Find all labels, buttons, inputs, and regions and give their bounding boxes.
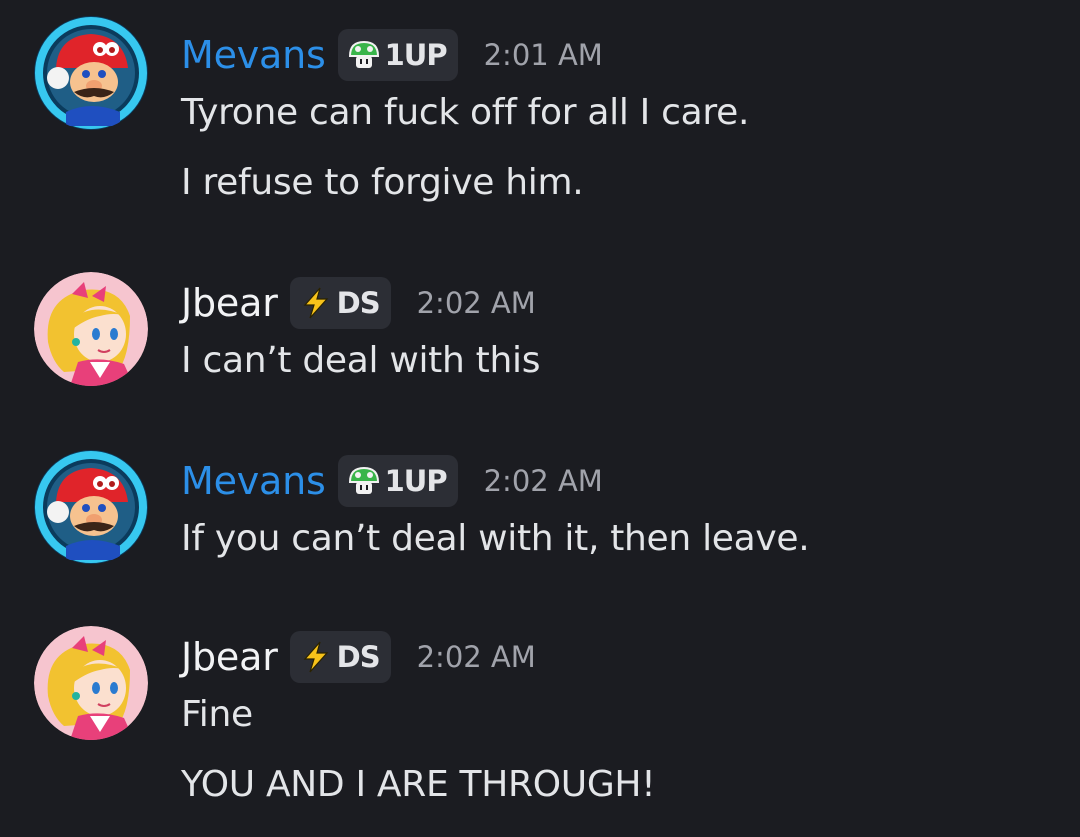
- message-text: I refuse to forgive him.: [181, 162, 584, 203]
- message-text: I can’t deal with this: [181, 340, 541, 381]
- lightning-bolt-icon: [299, 286, 333, 320]
- lightning-bolt-icon: [299, 640, 333, 674]
- tag-label: DS: [336, 286, 381, 320]
- green-mushroom-icon: [347, 464, 381, 498]
- peach-avatar[interactable]: [34, 626, 148, 740]
- message-text: YOU AND I ARE THROUGH!: [181, 764, 656, 805]
- message-header: Jbear DS 2:02 AM: [181, 276, 536, 330]
- username[interactable]: Mevans: [181, 33, 326, 77]
- mario-avatar[interactable]: [34, 450, 148, 564]
- message-header: Mevans 1UP 2:01 AM: [181, 28, 603, 82]
- username[interactable]: Jbear: [181, 281, 278, 325]
- user-tag[interactable]: 1UP: [337, 455, 458, 507]
- peach-avatar[interactable]: [34, 272, 148, 386]
- timestamp[interactable]: 2:02 AM: [484, 464, 603, 498]
- message-text: If you can’t deal with it, then leave.: [181, 518, 810, 559]
- message-header: Jbear DS 2:02 AM: [181, 630, 536, 684]
- username[interactable]: Jbear: [181, 635, 278, 679]
- tag-label: 1UP: [384, 38, 448, 72]
- mario-avatar[interactable]: [34, 16, 148, 130]
- timestamp[interactable]: 2:01 AM: [484, 38, 603, 72]
- timestamp[interactable]: 2:02 AM: [417, 640, 536, 674]
- message-text: Fine: [181, 694, 253, 735]
- username[interactable]: Mevans: [181, 459, 326, 503]
- tag-label: DS: [336, 640, 381, 674]
- user-tag[interactable]: DS: [289, 277, 391, 329]
- message-header: Mevans 1UP 2:02 AM: [181, 454, 603, 508]
- green-mushroom-icon: [347, 38, 381, 72]
- tag-label: 1UP: [384, 464, 448, 498]
- user-tag[interactable]: DS: [289, 631, 391, 683]
- timestamp[interactable]: 2:02 AM: [417, 286, 536, 320]
- message-text: Tyrone can fuck off for all I care.: [181, 92, 750, 133]
- user-tag[interactable]: 1UP: [337, 29, 458, 81]
- chat-message-list: Mevans 1UP 2:01 AM Tyrone can fuck off f…: [0, 0, 1080, 837]
